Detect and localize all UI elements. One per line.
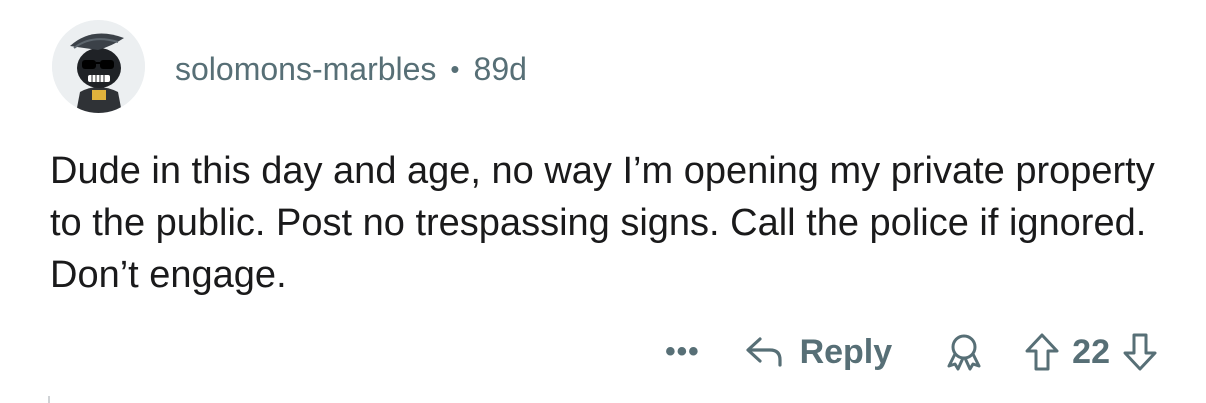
award-button[interactable]	[944, 332, 984, 372]
comment-age: 89d	[473, 50, 527, 87]
upvote-button[interactable]	[1024, 332, 1060, 372]
award-icon	[947, 334, 981, 371]
comment-card: solomons-marbles • 89d Dude in this day …	[0, 0, 1206, 403]
more-options-button[interactable]: •••	[665, 335, 700, 369]
reply-arrow-icon	[745, 337, 782, 367]
upvote-arrow-icon	[1025, 333, 1059, 371]
thread-line-stub	[48, 396, 50, 403]
comment-actions: ••• Reply 22	[665, 322, 1158, 382]
avatar[interactable]	[52, 20, 145, 113]
reply-button[interactable]: Reply	[744, 332, 893, 372]
meta-separator: •	[450, 53, 460, 84]
downvote-button[interactable]	[1122, 332, 1158, 372]
user-avatar-image	[52, 20, 145, 113]
vote-count: 22	[1072, 332, 1110, 371]
username-link[interactable]: solomons-marbles	[175, 51, 436, 88]
reply-label: Reply	[799, 332, 893, 371]
downvote-arrow-icon	[1123, 333, 1157, 371]
comment-header: solomons-marbles • 89d	[175, 49, 527, 89]
comment-body: Dude in this day and age, no way I’m ope…	[50, 150, 1155, 296]
